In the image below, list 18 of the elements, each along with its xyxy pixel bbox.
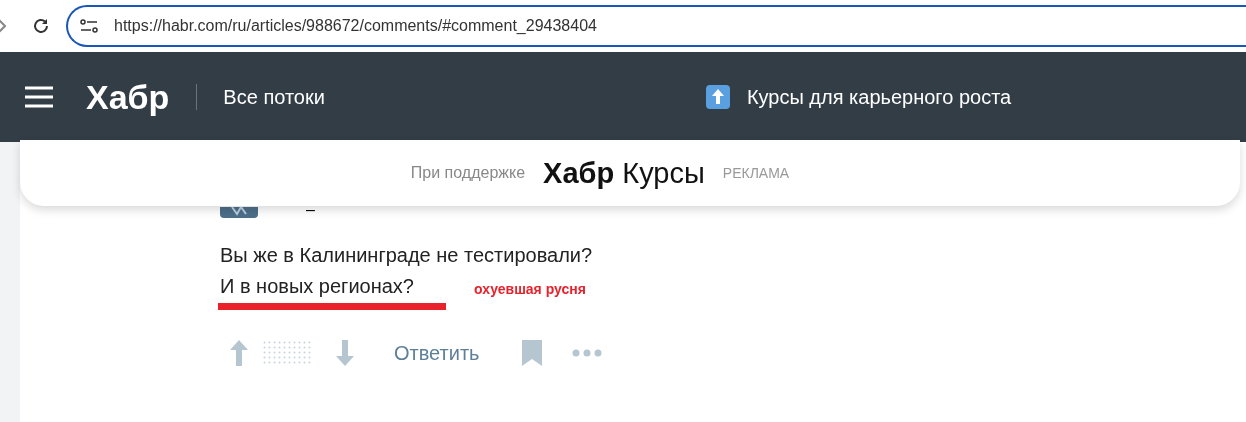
sponsor-logo[interactable]: Хабр Курсы xyxy=(543,156,705,190)
comment-text: И в новых регионах? xyxy=(220,274,415,299)
sponsor-label: При поддержке xyxy=(410,164,526,182)
author-name[interactable]: – xyxy=(306,202,315,218)
nav-link[interactable]: Все потоки xyxy=(223,85,325,109)
reload-icon[interactable] xyxy=(32,17,50,35)
address-bar[interactable]: https://habr.com/ru/articles/988672/comments/#comment_29438404 xyxy=(66,5,1246,47)
ad-label: РЕКЛАМА xyxy=(722,165,790,181)
comment-text: Вы же в Калининграде не тестировали? xyxy=(220,243,594,268)
rating-placeholder-icon xyxy=(262,340,312,366)
forward-icon[interactable] xyxy=(0,19,6,33)
menu-icon[interactable] xyxy=(25,86,53,108)
site-logo[interactable]: Хабр xyxy=(86,77,170,117)
annotation-text: охуевшая русня xyxy=(474,281,586,297)
site-settings-icon[interactable] xyxy=(80,19,98,33)
promo-link[interactable]: Курсы для карьерного роста xyxy=(705,85,1012,109)
url-text: https://habr.com/ru/articles/988672/comments/#comment_29438404 xyxy=(114,17,597,35)
reply-button[interactable]: Ответить xyxy=(394,341,480,365)
